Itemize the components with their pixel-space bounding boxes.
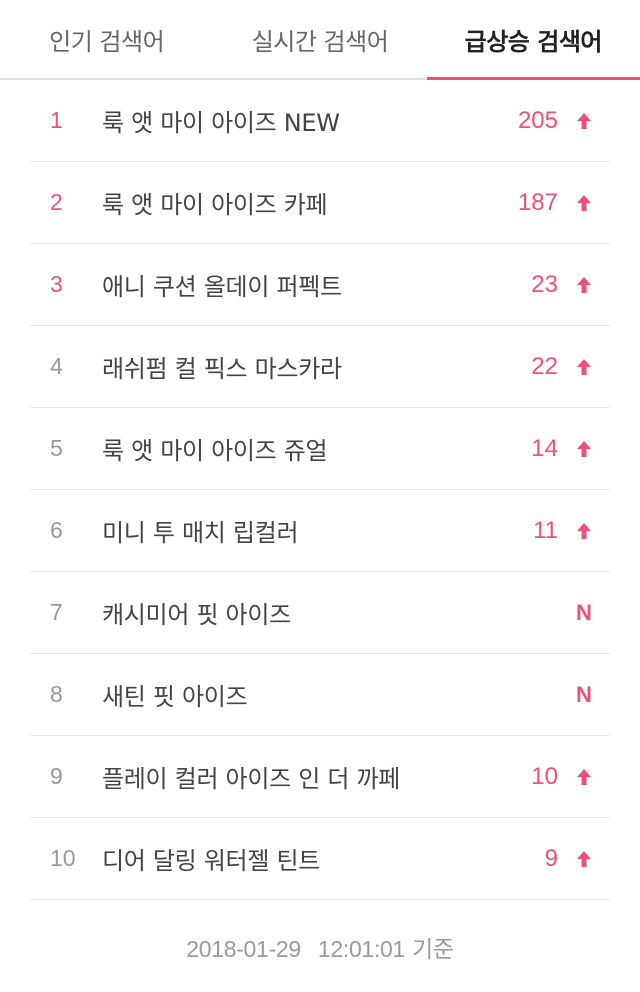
rise-count: 10 (531, 762, 558, 790)
arrow-up-icon (558, 522, 610, 540)
arrow-up-icon (558, 440, 610, 458)
search-ranking-tabs: 인기 검색어 실시간 검색어 급상승 검색어 (0, 0, 640, 80)
arrow-up-icon (558, 850, 610, 868)
rise-count: 11 (533, 516, 558, 544)
rise-count: 205 (517, 106, 558, 134)
ranking-row[interactable]: 9 플레이 컬러 아이즈 인 더 까페 10 (30, 736, 610, 818)
tab-popular-searches[interactable]: 인기 검색어 (0, 0, 213, 78)
ranking-row[interactable]: 6 미니 투 매치 립컬러 11 (30, 490, 610, 572)
ranking-row[interactable]: 4 래쉬펌 컬 픽스 마스카라 22 (30, 326, 610, 408)
rank-number: 2 (50, 189, 63, 215)
search-term: 새틴 핏 아이즈 (102, 683, 248, 711)
new-badge: N (576, 599, 592, 625)
rise-count: 187 (517, 188, 558, 216)
update-timestamp: 2018-01-29 12:01:01 기준 (0, 930, 640, 964)
rank-number: 1 (50, 107, 63, 133)
rank-number: 8 (50, 681, 63, 707)
rank-number: 6 (50, 517, 63, 543)
search-term: 미니 투 매치 립컬러 (102, 519, 299, 547)
arrow-up-icon (558, 768, 610, 786)
rank-number: 9 (50, 763, 63, 789)
ranking-row[interactable]: 5 룩 앳 마이 아이즈 쥬얼 14 (30, 408, 610, 490)
tab-realtime-searches[interactable]: 실시간 검색어 (213, 0, 426, 78)
tab-rising-searches[interactable]: 급상승 검색어 (426, 0, 640, 80)
timestamp-date: 2018-01-29 (186, 936, 301, 962)
rank-number: 4 (50, 353, 63, 379)
ranking-row[interactable]: 2 룩 앳 마이 아이즈 카페 187 (30, 162, 610, 244)
timestamp-suffix: 기준 (412, 937, 454, 963)
rise-count: 22 (531, 352, 558, 380)
new-badge: N (576, 681, 592, 707)
ranking-row[interactable]: 1 룩 앳 마이 아이즈 NEW 205 (30, 80, 610, 162)
ranking-list: 1 룩 앳 마이 아이즈 NEW 205 2 룩 앳 마이 아이즈 카페 187… (30, 80, 610, 900)
ranking-row[interactable]: 7 캐시미어 핏 아이즈 N (30, 572, 610, 654)
search-term: 애니 쿠션 올데이 퍼펙트 (102, 273, 342, 301)
search-term: 플레이 컬러 아이즈 인 더 까페 (102, 765, 401, 793)
arrow-up-icon (558, 276, 610, 294)
rank-number: 10 (50, 845, 76, 871)
ranking-row[interactable]: 10 디어 달링 워터젤 틴트 9 (30, 818, 610, 900)
timestamp-time: 12:01:01 (317, 936, 406, 962)
arrow-up-icon (558, 194, 610, 212)
arrow-up-icon (558, 112, 610, 130)
rank-number: 7 (50, 599, 63, 625)
search-term: 디어 달링 워터젤 틴트 (102, 847, 321, 875)
search-term: 캐시미어 핏 아이즈 (102, 601, 291, 629)
rank-number: 3 (50, 271, 63, 297)
search-term: 룩 앳 마이 아이즈 카페 (102, 191, 328, 219)
arrow-up-icon (558, 358, 610, 376)
rise-count: 14 (531, 434, 558, 462)
search-term: 래쉬펌 컬 픽스 마스카라 (102, 355, 342, 383)
ranking-row[interactable]: 8 새틴 핏 아이즈 N (30, 654, 610, 736)
search-term: 룩 앳 마이 아이즈 쥬얼 (102, 437, 328, 465)
ranking-row[interactable]: 3 애니 쿠션 올데이 퍼펙트 23 (30, 244, 610, 326)
search-term: 룩 앳 마이 아이즈 NEW (102, 109, 340, 137)
rise-count: 9 (544, 844, 558, 872)
rank-number: 5 (50, 435, 63, 461)
rise-count: 23 (531, 270, 558, 298)
